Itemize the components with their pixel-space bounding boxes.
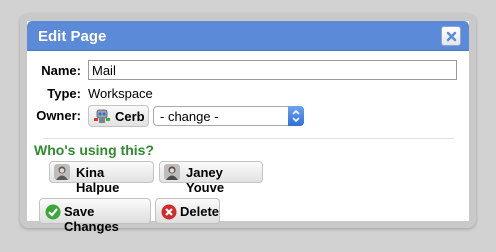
name-label: Name: (41, 63, 81, 78)
close-icon (446, 31, 457, 42)
edit-page-dialog: Edit Page Name: Type: Workspace Owner: C… (20, 14, 476, 234)
owner-name: Cerb (115, 109, 145, 124)
name-input[interactable] (88, 60, 457, 80)
check-icon (45, 204, 61, 220)
delete-label: Delete (180, 204, 220, 219)
watcher-name: Kina Halpue (76, 165, 120, 195)
close-button[interactable] (441, 26, 461, 46)
owner-chip[interactable]: Cerb (88, 105, 149, 127)
delete-button[interactable]: Delete (155, 198, 220, 224)
robot-icon (94, 109, 110, 123)
watcher-chip[interactable]: Janey Youve (159, 161, 263, 195)
save-changes-label: Save Changes (64, 204, 119, 234)
type-label: Type: (47, 86, 81, 101)
avatar (54, 164, 70, 180)
watcher-chip[interactable]: Kina Halpue (49, 161, 154, 195)
select-arrows-icon (288, 106, 304, 126)
dialog-titlebar[interactable]: Edit Page (27, 21, 469, 51)
save-changes-button[interactable]: Save Changes (39, 198, 151, 234)
type-value: Workspace (88, 86, 153, 101)
delete-icon (161, 204, 177, 220)
avatar (164, 164, 180, 180)
watcher-name: Janey Youve (186, 165, 225, 195)
owner-select-value: - change - (160, 109, 219, 124)
dialog-title: Edit Page (38, 28, 107, 45)
owner-label: Owner: (36, 108, 81, 123)
watchers-heading: Who's using this? (34, 142, 154, 158)
owner-select[interactable]: - change - (153, 106, 304, 126)
